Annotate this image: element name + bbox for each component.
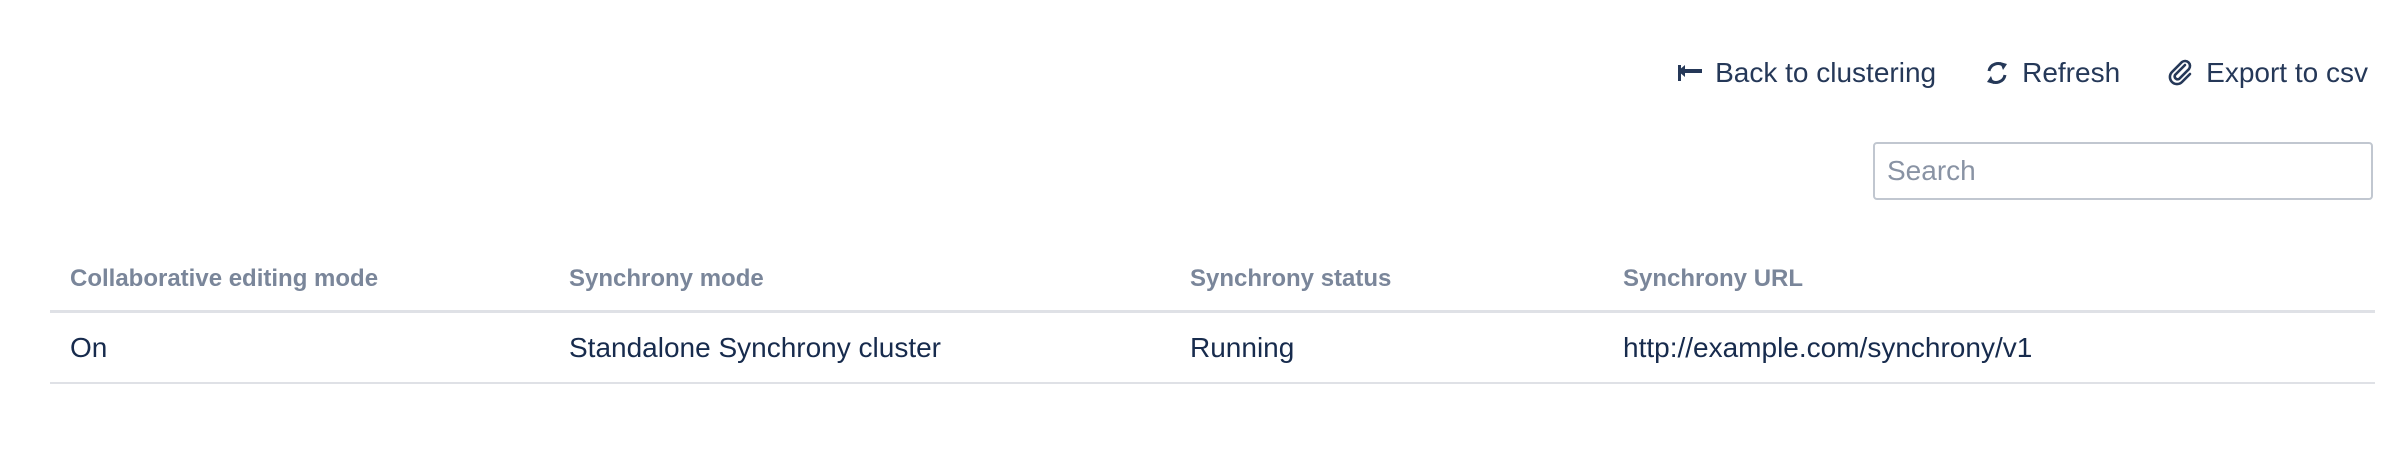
search-container bbox=[1873, 142, 2373, 200]
column-header-synchrony-url[interactable]: Synchrony URL bbox=[1603, 248, 2375, 313]
back-to-clustering-link[interactable]: Back to clustering bbox=[1675, 57, 1936, 89]
table-header-row: Collaborative editing mode Synchrony mod… bbox=[50, 248, 2375, 313]
back-arrow-icon bbox=[1675, 58, 1705, 88]
export-to-csv-label: Export to csv bbox=[2206, 57, 2368, 88]
cell-synchrony-url: http://example.com/synchrony/v1 bbox=[1603, 311, 2375, 384]
column-header-synchrony-status[interactable]: Synchrony status bbox=[1170, 248, 1603, 313]
search-input[interactable] bbox=[1873, 142, 2373, 200]
table-row: On Standalone Synchrony cluster Running … bbox=[50, 311, 2375, 384]
back-to-clustering-label: Back to clustering bbox=[1715, 57, 1937, 88]
column-header-collaborative-editing-mode[interactable]: Collaborative editing mode bbox=[50, 248, 549, 313]
cell-collaborative-editing-mode: On bbox=[50, 311, 549, 384]
paperclip-icon bbox=[2166, 58, 2196, 88]
column-header-synchrony-mode[interactable]: Synchrony mode bbox=[549, 248, 1170, 313]
toolbar: Back to clustering Refresh Export to csv bbox=[1675, 50, 2368, 96]
refresh-label: Refresh bbox=[2022, 57, 2121, 88]
synchrony-table: Collaborative editing mode Synchrony mod… bbox=[50, 248, 2375, 384]
export-to-csv-link[interactable]: Export to csv bbox=[2166, 57, 2368, 89]
refresh-link[interactable]: Refresh bbox=[1982, 57, 2120, 89]
refresh-icon bbox=[1982, 58, 2012, 88]
cell-synchrony-mode: Standalone Synchrony cluster bbox=[549, 311, 1170, 384]
cell-synchrony-status: Running bbox=[1170, 311, 1603, 384]
